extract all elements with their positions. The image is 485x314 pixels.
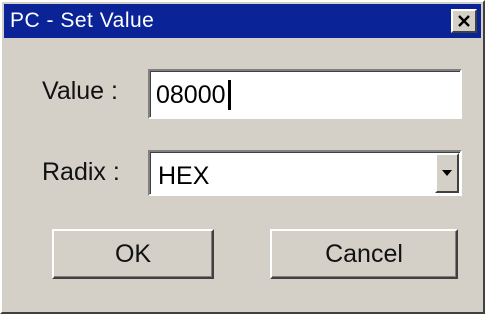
value-input[interactable]: 08000 xyxy=(148,69,462,119)
close-button[interactable] xyxy=(451,9,477,33)
set-value-dialog: PC - Set Value Value : 08000 Radix : HEX xyxy=(0,0,485,314)
window-title: PC - Set Value xyxy=(10,9,155,32)
close-icon xyxy=(457,14,471,28)
dropdown-arrow-icon xyxy=(441,164,453,182)
radix-label: Radix : xyxy=(42,158,120,186)
title-bar[interactable]: PC - Set Value xyxy=(4,4,481,38)
value-label: Value : xyxy=(42,77,118,105)
text-cursor xyxy=(227,80,231,110)
ok-button[interactable]: OK xyxy=(52,229,214,279)
cancel-button[interactable]: Cancel xyxy=(270,229,458,279)
radix-dropdown-button[interactable] xyxy=(435,153,459,193)
radix-select[interactable]: HEX xyxy=(148,150,462,196)
value-text: 08000 xyxy=(156,80,226,109)
radix-selected-value: HEX xyxy=(158,161,210,190)
